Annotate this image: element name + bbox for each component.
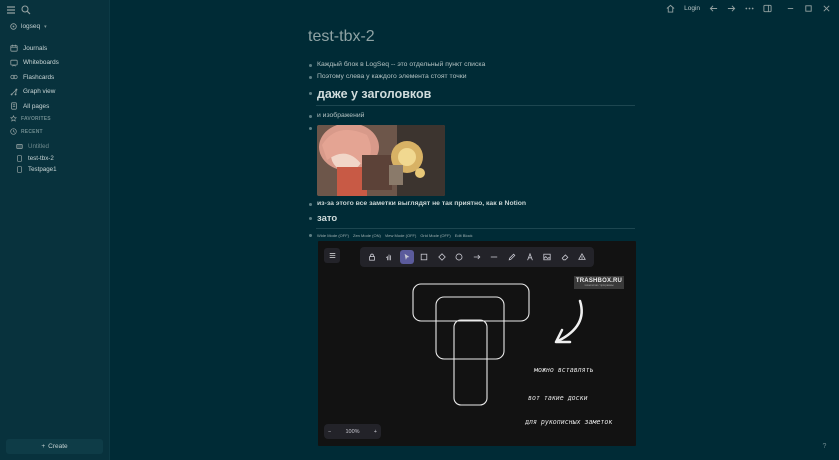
graph-selector[interactable]: logseq ▾	[10, 23, 47, 30]
plus-icon: +	[41, 443, 46, 450]
arrow-right-icon[interactable]	[727, 4, 736, 13]
clock-icon	[10, 128, 17, 135]
sidebar-item-label: Flashcards	[23, 73, 55, 81]
home-icon[interactable]	[666, 4, 675, 13]
block-1[interactable]: Каждый блок в LogSeq -- это отдельный пу…	[306, 61, 485, 68]
graph-name: logseq	[21, 23, 41, 30]
page-icon	[16, 166, 23, 173]
star-icon	[10, 115, 17, 122]
create-label: Create	[48, 443, 68, 450]
menu-icon[interactable]	[6, 5, 16, 15]
favorites-label: FAVORITES	[21, 115, 51, 122]
whiteboard-icon	[10, 59, 18, 67]
pages-icon	[10, 102, 18, 110]
block-heading-2[interactable]: даже у заголовков	[306, 87, 431, 101]
app-window: logseq ▾ Journals Whiteboards Flashcards…	[0, 0, 839, 460]
block-text: и изображений	[317, 112, 365, 119]
flashcards-icon	[10, 73, 18, 81]
help-icon[interactable]: ?	[820, 443, 829, 452]
heading-divider	[316, 228, 635, 229]
sidebar-item-all-pages[interactable]: All pages	[10, 99, 105, 114]
handwritten-note-1: можно вставлять	[534, 366, 594, 374]
whiteboard-drawing	[412, 283, 583, 406]
close-icon[interactable]	[822, 4, 831, 13]
sidebar-item-label: Journals	[23, 44, 48, 52]
recent-label: RECENT	[21, 128, 43, 135]
block-bullet[interactable]	[309, 114, 312, 118]
chevron-down-icon: ▾	[44, 23, 47, 30]
page-title[interactable]: test-tbx-2	[308, 28, 638, 52]
block-bullet[interactable]	[309, 126, 312, 130]
recent-item-test-tbx-2[interactable]: test-tbx-2	[16, 153, 57, 165]
block-heading-3[interactable]: зато	[306, 213, 337, 224]
sidebar-item-journals[interactable]: Journals	[10, 41, 105, 56]
recent-list: Untitled test-tbx-2 Testpage1	[16, 141, 57, 176]
page-content: test-tbx-2 Каждый блок в LogSeq -- это о…	[306, 28, 638, 446]
recent-section-header[interactable]: RECENT	[10, 128, 43, 135]
recent-item-untitled[interactable]: Untitled	[16, 141, 57, 153]
embedded-image[interactable]	[317, 125, 445, 196]
more-icon[interactable]	[745, 4, 754, 13]
graph-icon	[10, 88, 18, 96]
wide-mode-toggle[interactable]: Wide Mode (OFF)	[317, 233, 349, 238]
sidebar-item-whiteboards[interactable]: Whiteboards	[10, 56, 105, 71]
graph-db-icon	[10, 23, 17, 30]
block-text: из-за этого все заметки выглядят не так …	[317, 200, 527, 207]
block-4[interactable]: и изображений	[306, 112, 364, 119]
top-bar: Login	[666, 4, 831, 13]
right-sidebar-toggle-icon[interactable]	[763, 4, 772, 13]
search-icon[interactable]	[21, 5, 31, 15]
calendar-icon	[10, 44, 18, 52]
login-button[interactable]: Login	[684, 5, 700, 12]
block-bullet[interactable]	[309, 234, 312, 237]
grid-mode-toggle[interactable]: Grid Mode (OFF)	[420, 233, 450, 238]
view-mode-toggle[interactable]: View Mode (OFF)	[385, 233, 417, 238]
block-bullet[interactable]	[309, 92, 312, 95]
handwritten-note-2: вот такие доски	[528, 394, 588, 402]
block-bullet[interactable]	[309, 217, 312, 220]
block-bullet[interactable]	[309, 202, 312, 206]
sidebar-item-label: Whiteboards	[23, 59, 59, 67]
sidebar-item-flashcards[interactable]: Flashcards	[10, 70, 105, 85]
favorites-section-header[interactable]: FAVORITES	[10, 115, 51, 122]
recent-item-testpage1[interactable]: Testpage1	[16, 164, 57, 176]
sidebar-nav: Journals Whiteboards Flashcards Graph vi…	[10, 41, 105, 114]
sidebar-item-graph-view[interactable]: Graph view	[10, 85, 105, 100]
recent-item-label: Testpage1	[28, 166, 57, 174]
maximize-icon[interactable]	[804, 4, 813, 13]
block-text: Поэтому слева у каждого элемента стоят т…	[317, 73, 467, 80]
zoom-level[interactable]: 100%	[345, 429, 359, 435]
zen-mode-toggle[interactable]: Zen Mode (ON)	[353, 233, 381, 238]
block-bullet[interactable]	[309, 75, 312, 79]
block-bullet[interactable]	[309, 63, 312, 67]
handwritten-note-3: для рукописных заметок	[525, 418, 613, 426]
zoom-out-button[interactable]: −	[328, 429, 331, 435]
block-2[interactable]: Поэтому слева у каждого элемента стоят т…	[306, 73, 467, 80]
arrow-left-icon[interactable]	[709, 4, 718, 13]
sidebar-top-controls	[6, 5, 31, 15]
sidebar-item-label: Graph view	[23, 88, 56, 96]
edit-block-link[interactable]: Edit Block	[455, 233, 473, 238]
zoom-control: − 100% +	[324, 424, 381, 439]
whiteboard-options: Wide Mode (OFF) Zen Mode (ON) View Mode …	[317, 233, 473, 238]
recent-item-label: Untitled	[28, 143, 49, 151]
block-5[interactable]: из-за этого все заметки выглядят не так …	[306, 200, 526, 207]
page-icon	[16, 155, 23, 162]
minimize-icon[interactable]	[786, 4, 795, 13]
whiteboard-icon	[16, 143, 23, 150]
left-sidebar: logseq ▾ Journals Whiteboards Flashcards…	[0, 0, 110, 460]
block-text: Каждый блок в LogSeq -- это отдельный пу…	[317, 61, 486, 68]
recent-item-label: test-tbx-2	[28, 154, 54, 162]
zoom-in-button[interactable]: +	[374, 429, 377, 435]
whiteboard-canvas[interactable]: TRASHBOX.RU технологии / программы можно…	[318, 241, 636, 446]
block-whiteboard[interactable]	[306, 233, 317, 237]
heading-divider	[316, 105, 635, 106]
heading-text: даже у заголовков	[317, 87, 432, 101]
sidebar-item-label: All pages	[23, 102, 50, 110]
create-button[interactable]: + Create	[6, 439, 103, 454]
heading-text: зато	[317, 213, 338, 224]
block-image[interactable]	[306, 124, 317, 130]
